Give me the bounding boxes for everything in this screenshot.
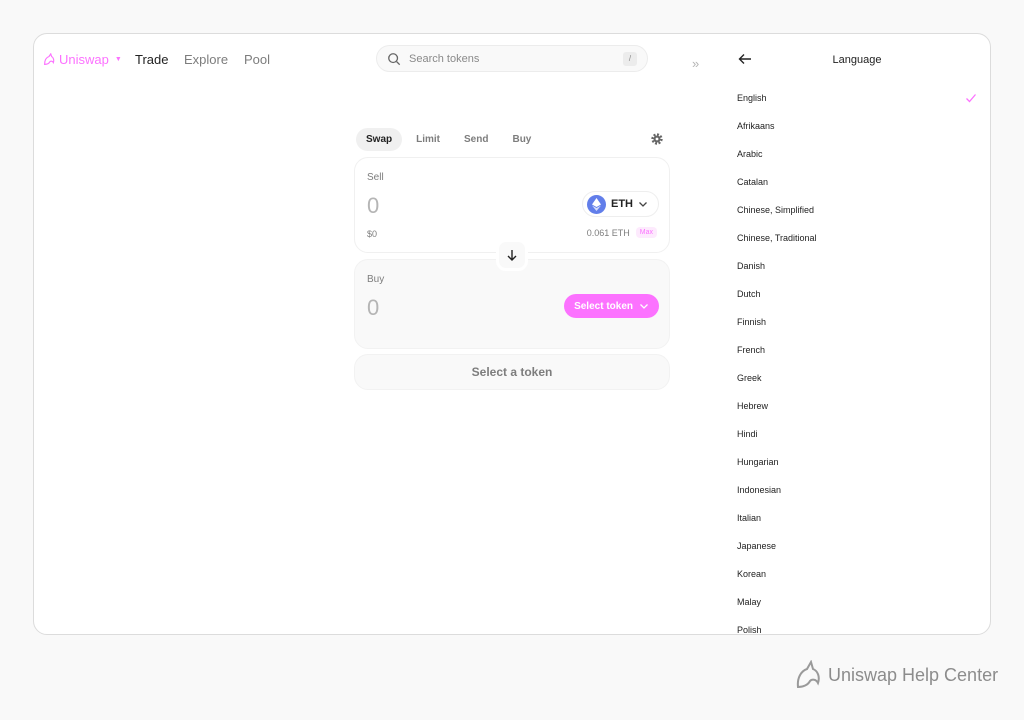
nav-explore[interactable]: Explore [184,52,228,67]
eth-icon [587,194,606,214]
brand-menu[interactable]: Uniswap ▼ [42,52,122,67]
language-label: Finnish [737,317,767,327]
chevron-down-icon: ▼ [114,56,122,63]
max-button[interactable]: Max [635,227,657,238]
language-item[interactable]: French [737,336,977,364]
language-label: Chinese, Simplified [737,205,815,215]
unicorn-logo-icon [796,660,820,689]
language-drawer: Language English Afrikaans Arabic Catalan Ch… [722,34,990,635]
language-item[interactable]: Polish [737,616,977,635]
language-item[interactable]: Dutch [737,280,977,308]
check-icon [966,94,976,103]
language-item[interactable]: Arabic [737,140,977,168]
language-label: Catalan [737,177,769,187]
drawer-title: Language [832,54,882,66]
nav-pool[interactable]: Pool [244,52,270,67]
language-label: Hindi [737,429,758,439]
language-item[interactable]: Chinese, Traditional [737,224,977,252]
language-item[interactable]: Afrikaans [737,112,977,140]
sell-balance-value: 0.061 ETH [586,227,630,238]
language-label: Greek [737,373,762,383]
language-label: Chinese, Traditional [737,233,817,243]
language-label: French [737,345,766,355]
buy-select-token-button[interactable]: Select token [564,294,659,318]
chevron-down-icon [639,202,647,207]
language-item[interactable]: Finnish [737,308,977,336]
tab-buy[interactable]: Buy [502,128,541,151]
language-item[interactable]: Chinese, Simplified [737,196,977,224]
language-label: Dutch [737,289,761,299]
sell-amount-input[interactable]: 0 [367,193,379,219]
language-label: Arabic [737,149,763,159]
swap-direction-button[interactable] [496,239,528,271]
search-input[interactable]: Search tokens / [376,45,648,72]
language-label: English [737,93,767,103]
sell-balance: 0.061 ETH Max [587,227,657,238]
search-shortcut-badge: / [623,51,637,66]
language-label: Korean [737,569,767,579]
collapse-drawer-icon[interactable]: » [692,56,699,71]
sell-label: Sell [367,172,384,183]
language-label: Danish [737,261,766,271]
language-item[interactable]: Indonesian [737,476,977,504]
language-item[interactable]: Hebrew [737,392,977,420]
language-item[interactable]: Danish [737,252,977,280]
sell-usd-value: $0 [367,229,378,239]
language-item[interactable]: Japanese [737,532,977,560]
sell-token-selector[interactable]: ETH [582,191,659,217]
arrow-down-icon [507,250,517,261]
buy-amount-input[interactable]: 0 [367,295,379,321]
language-item[interactable]: Catalan [737,168,977,196]
search-icon [388,52,401,65]
language-label: Polish [737,625,762,635]
sell-token-symbol: ETH [611,198,633,210]
language-label: Indonesian [737,485,782,495]
language-item[interactable]: Italian [737,504,977,532]
select-a-token-button[interactable]: Select a token [354,354,670,390]
language-label: Afrikaans [737,121,775,131]
language-list: English Afrikaans Arabic Catalan Chinese, Si… [737,84,977,635]
search-placeholder: Search tokens [409,52,480,65]
language-item[interactable]: Malay [737,588,977,616]
tab-limit[interactable]: Limit [406,128,450,151]
language-label: Hebrew [737,401,769,411]
language-label: Italian [737,513,762,523]
language-label: Hungarian [737,457,779,467]
language-item[interactable]: English [737,84,977,112]
language-item[interactable]: Greek [737,364,977,392]
buy-panel: Buy 0 Select token [354,259,670,349]
language-item[interactable]: Hindi [737,420,977,448]
language-label: Malay [737,597,762,607]
app-window: Uniswap ▼ Trade Explore Pool Search toke… [33,33,991,635]
chevron-down-icon [640,304,648,309]
select-token-label: Select token [574,300,633,312]
language-item[interactable]: Hungarian [737,448,977,476]
nav-trade[interactable]: Trade [135,52,168,67]
buy-label: Buy [367,274,385,285]
help-center-watermark: Uniswap Help Center [794,660,998,690]
unicorn-logo-icon [44,52,55,65]
tab-send[interactable]: Send [454,128,498,151]
brand-name: Uniswap [59,52,109,67]
tab-swap[interactable]: Swap [356,128,403,151]
gear-icon[interactable] [650,132,664,146]
help-center-label: Uniswap Help Center [828,664,999,685]
language-item[interactable]: Korean [737,560,977,588]
swap-tabs: Swap Limit Send Buy [356,128,541,151]
language-label: Japanese [737,541,777,551]
